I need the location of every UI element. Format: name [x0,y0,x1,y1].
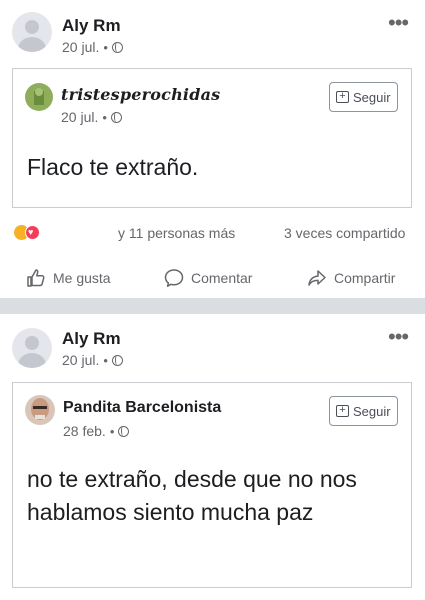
shared-author-avatar[interactable] [25,83,53,111]
like-label: Me gusta [53,270,111,286]
author-name[interactable]: Aly Rm [62,16,121,36]
feed-separator [0,298,425,314]
comment-icon [164,269,184,287]
comment-label: Comentar [191,270,253,286]
shared-post-meta: 28 feb. • [63,423,130,439]
follow-label: Seguir [353,89,391,105]
author-avatar[interactable] [12,12,52,52]
author-name[interactable]: Aly Rm [62,329,121,349]
post-meta: 20 jul. • [62,352,123,368]
reactions-bar: y 11 personas más 3 veces compartido [14,222,414,244]
globe-icon [118,425,130,437]
action-bar: Me gusta Comentar Compartir [0,262,425,296]
reaction-icons[interactable] [14,225,44,241]
love-reaction-icon [25,225,40,240]
more-icon[interactable]: ••• [388,12,409,34]
follow-icon: + [336,91,349,103]
shared-post-text: no te extraño, desde que no nos hablamos… [27,466,357,525]
reactions-count[interactable]: y 11 personas más [118,225,235,241]
shared-post-date[interactable]: 20 jul. [61,109,98,125]
share-icon [308,270,326,286]
shared-author-name[interactable]: tristesperochidas [61,85,220,104]
post-date[interactable]: 20 jul. [62,39,99,55]
shares-count[interactable]: 3 veces compartido [284,225,405,241]
globe-icon [111,41,123,53]
post-card: Aly Rm 20 jul. • ••• Pandita Barcelonist… [0,314,425,600]
globe-icon [110,111,122,123]
follow-button[interactable]: + Seguir [329,396,398,426]
shared-author-avatar[interactable] [25,395,55,425]
shared-post[interactable]: Pandita Barcelonista 28 feb. • + Seguir … [12,382,412,588]
shared-post-text: Flaco te extraño. [27,154,199,180]
shared-post-date[interactable]: 28 feb. [63,423,106,439]
like-button[interactable]: Me gusta [26,268,111,288]
post-card: Aly Rm 20 jul. • ••• tristesperochidas 2… [0,0,425,298]
follow-label: Seguir [353,403,391,419]
post-meta: 20 jul. • [62,39,123,55]
share-button[interactable]: Compartir [307,268,395,288]
post-date[interactable]: 20 jul. [62,352,99,368]
share-label: Compartir [334,270,396,286]
shared-post-meta: 20 jul. • [61,109,122,125]
author-avatar[interactable] [12,328,52,368]
like-icon [27,269,45,287]
comment-button[interactable]: Comentar [164,268,252,288]
shared-post[interactable]: tristesperochidas 20 jul. • + Seguir Fla… [12,68,412,208]
globe-icon [111,354,123,366]
more-icon[interactable]: ••• [388,326,409,348]
shared-author-name[interactable]: Pandita Barcelonista [63,399,221,417]
follow-button[interactable]: + Seguir [329,82,398,112]
follow-icon: + [336,405,349,417]
